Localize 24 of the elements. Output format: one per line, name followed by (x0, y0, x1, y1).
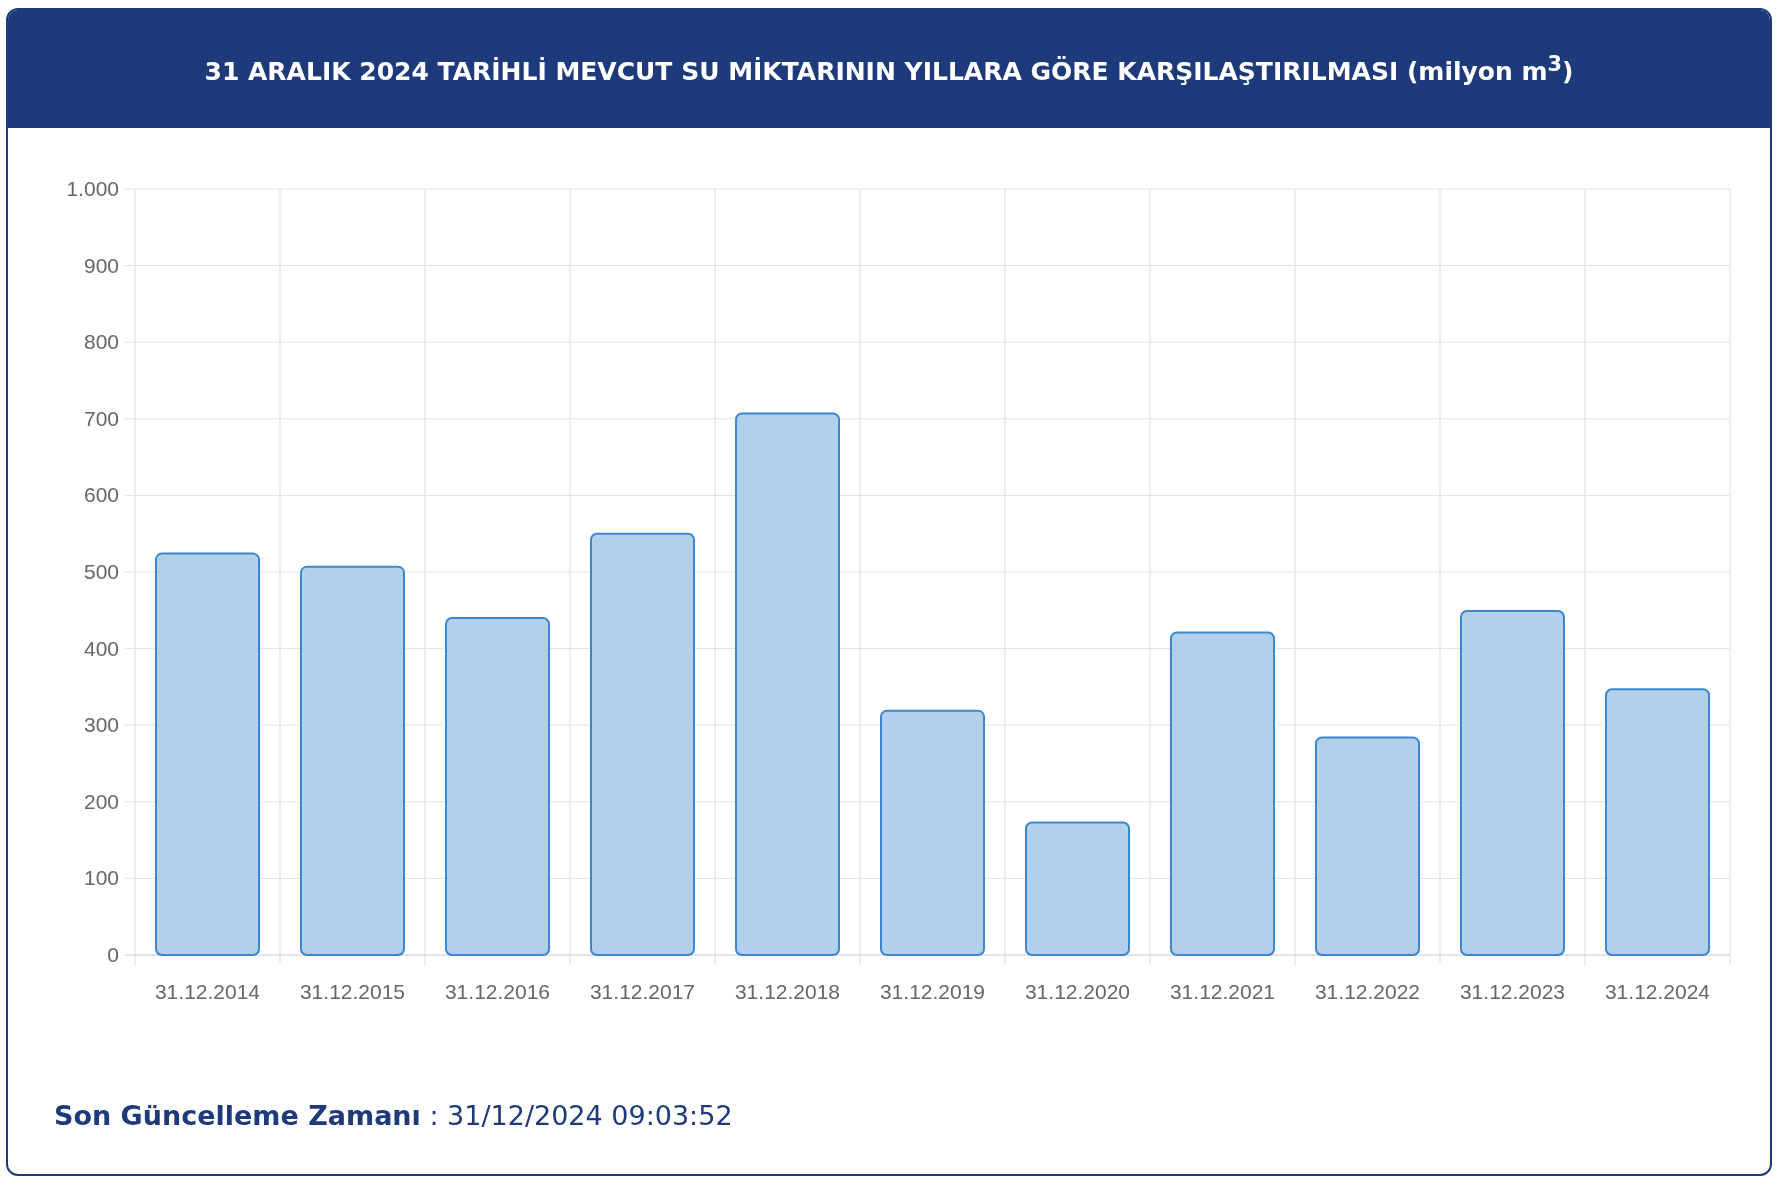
chart-title: 31 ARALIK 2024 TARİHLİ MEVCUT SU MİKTARININ YILLARA GÖRE KARŞILAŞTIRILMASI (milyon m$^{3}$) (204, 51, 1574, 87)
x-axis-label: 31.12.2021 (1169, 980, 1276, 1003)
y-axis-label: 1.000 (66, 177, 119, 200)
x-axis-label: 31.12.2016 (444, 980, 551, 1003)
x-axis-label: 31.12.2017 (589, 980, 696, 1003)
x-axis-label: 31.12.2015 (299, 980, 406, 1003)
y-axis-label: 100 (83, 866, 119, 890)
y-axis-label: 400 (83, 636, 119, 660)
x-axis-label: 31.12.2014 (154, 980, 261, 1003)
y-axis-label: 300 (83, 713, 119, 737)
x-axis-label: 31.12.2023 (1459, 980, 1566, 1003)
y-axis-label: 800 (83, 330, 119, 354)
y-axis-label: 200 (83, 789, 119, 813)
y-axis-label: 900 (83, 253, 119, 277)
x-axis-label: 31.12.2024 (1604, 980, 1711, 1003)
x-axis-label: 31.12.2022 (1314, 980, 1421, 1003)
x-axis-label: 31.12.2018 (734, 980, 841, 1003)
y-axis-label: 700 (83, 406, 119, 430)
x-axis-label: 31.12.2020 (1024, 980, 1131, 1003)
y-axis-label: 600 (83, 483, 119, 507)
y-axis-label: 500 (83, 560, 119, 583)
x-axis-label: 31.12.2019 (879, 980, 986, 1003)
y-axis-label: 0 (107, 943, 119, 966)
last-update-text: Son Güncelleme Zamanı : 31/12/2024 09:03:52 (54, 1100, 734, 1131)
